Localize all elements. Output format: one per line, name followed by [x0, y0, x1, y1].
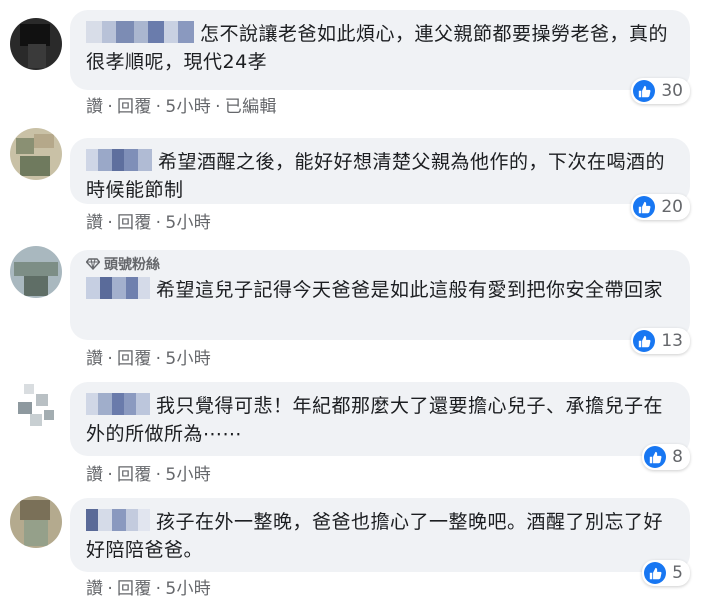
like-link[interactable]: 讚: [86, 208, 103, 233]
separator: ·: [155, 465, 162, 485]
thumbs-up-icon: [633, 80, 656, 102]
like-link[interactable]: 讚: [86, 460, 103, 485]
separator: ·: [107, 213, 114, 233]
blurred-username[interactable]: [86, 393, 150, 415]
like-link[interactable]: 讚: [86, 92, 103, 117]
blurred-username[interactable]: [86, 509, 150, 531]
avatar[interactable]: [10, 380, 62, 432]
reply-link[interactable]: 回覆: [117, 92, 152, 117]
separator: ·: [155, 97, 162, 117]
reaction-count: 5: [672, 563, 683, 583]
reaction-count: 13: [661, 331, 683, 351]
timestamp[interactable]: 5小時: [165, 344, 211, 369]
reaction-counter[interactable]: 8: [642, 444, 690, 470]
comment-text: 希望這兒子記得今天爸爸是如此這般有愛到把你安全帶回家: [86, 276, 674, 304]
comment-body: 希望酒醒之後，能好好想清楚父親為他作的，下次在喝酒的時候能節制: [86, 151, 666, 201]
separator: ·: [107, 579, 114, 599]
separator: ·: [215, 97, 221, 117]
avatar[interactable]: [10, 128, 62, 180]
separator: ·: [107, 97, 114, 117]
separator: ·: [155, 213, 162, 233]
reaction-counter[interactable]: 30: [631, 78, 690, 104]
separator: ·: [107, 349, 114, 369]
reaction-count: 8: [672, 447, 683, 467]
reply-link[interactable]: 回覆: [117, 208, 152, 233]
reaction-count: 30: [661, 81, 683, 101]
blurred-username[interactable]: [86, 277, 150, 299]
avatar[interactable]: [10, 246, 62, 298]
separator: ·: [107, 465, 114, 485]
comment-body: 孩子在外一整晚，爸爸也擔心了一整晚吧。酒醒了別忘了好好陪陪爸爸。: [86, 511, 664, 561]
badge-label: 頭號粉絲: [104, 257, 160, 273]
thumbs-up-icon: [633, 330, 656, 352]
reply-link[interactable]: 回覆: [117, 460, 152, 485]
blurred-username[interactable]: [86, 149, 152, 171]
diamond-icon: [86, 258, 100, 270]
comment-body: 希望這兒子記得今天爸爸是如此這般有愛到把你安全帶回家: [156, 279, 664, 301]
thumbs-up-icon: [633, 196, 656, 218]
comment-text: 我只覺得可悲！年紀都那麼大了還要擔心兒子、承擔兒子在外的所做所為⋯⋯: [86, 392, 674, 448]
thumbs-up-icon: [644, 446, 667, 468]
avatar[interactable]: [10, 18, 62, 70]
timestamp[interactable]: 5小時: [165, 574, 211, 599]
separator: ·: [155, 349, 162, 369]
comment-text: 孩子在外一整晚，爸爸也擔心了一整晚吧。酒醒了別忘了好好陪陪爸爸。: [86, 508, 674, 564]
comment-bubble: 孩子在外一整晚，爸爸也擔心了一整晚吧。酒醒了別忘了好好陪陪爸爸。: [70, 498, 690, 572]
reply-link[interactable]: 回覆: [117, 574, 152, 599]
thumbs-up-icon: [644, 562, 667, 584]
reaction-counter[interactable]: 20: [631, 194, 690, 220]
comment-bubble: 希望酒醒之後，能好好想清楚父親為他作的，下次在喝酒的時候能節制: [70, 138, 690, 204]
comment-text: 希望酒醒之後，能好好想清楚父親為他作的，下次在喝酒的時候能節制: [86, 148, 674, 204]
comment-body: 我只覺得可悲！年紀都那麼大了還要擔心兒子、承擔兒子在外的所做所為⋯⋯: [86, 395, 664, 445]
reply-link[interactable]: 回覆: [117, 344, 152, 369]
comment-actions: 讚 · 回覆 · 5小時 · 已編輯: [86, 92, 277, 117]
timestamp[interactable]: 5小時: [165, 92, 211, 117]
reaction-count: 20: [661, 197, 683, 217]
timestamp[interactable]: 5小時: [165, 208, 211, 233]
reaction-counter[interactable]: 13: [631, 328, 690, 354]
blurred-username[interactable]: [86, 21, 194, 43]
comment-bubble: 我只覺得可悲！年紀都那麼大了還要擔心兒子、承擔兒子在外的所做所為⋯⋯: [70, 382, 690, 456]
comment-actions: 讚 · 回覆 · 5小時: [86, 208, 211, 233]
avatar[interactable]: [10, 496, 62, 548]
comment-actions: 讚 · 回覆 · 5小時: [86, 574, 211, 599]
like-link[interactable]: 讚: [86, 344, 103, 369]
comment-actions: 讚 · 回覆 · 5小時: [86, 344, 211, 369]
top-fan-badge[interactable]: 頭號粉絲: [86, 256, 674, 274]
timestamp[interactable]: 5小時: [165, 460, 211, 485]
comment-text: 怎不說讓老爸如此煩心，連父親節都要操勞老爸，真的很孝順呢，現代24孝: [86, 20, 674, 76]
comment-bubble: 頭號粉絲 希望這兒子記得今天爸爸是如此這般有愛到把你安全帶回家: [70, 250, 690, 340]
comment-bubble: 怎不說讓老爸如此煩心，連父親節都要操勞老爸，真的很孝順呢，現代24孝: [70, 10, 690, 90]
like-link[interactable]: 讚: [86, 574, 103, 599]
reaction-counter[interactable]: 5: [642, 560, 690, 586]
edited-label[interactable]: 已編輯: [225, 92, 277, 117]
separator: ·: [155, 579, 162, 599]
comment-actions: 讚 · 回覆 · 5小時: [86, 460, 211, 485]
